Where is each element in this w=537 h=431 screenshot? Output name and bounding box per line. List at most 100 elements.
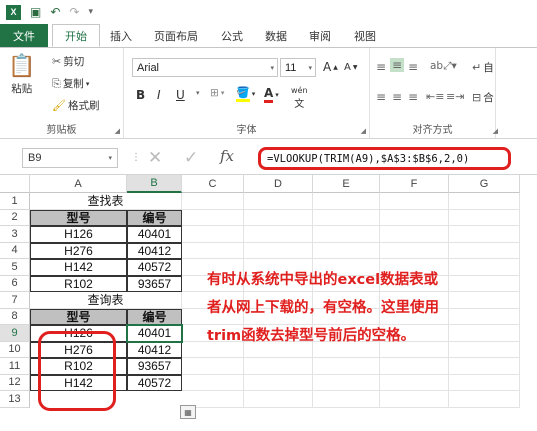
select-all-corner[interactable] [0, 175, 30, 193]
empty-cell[interactable] [380, 358, 449, 375]
empty-cell[interactable] [182, 193, 244, 210]
tab-page-layout[interactable]: 页面布局 [142, 24, 210, 47]
empty-cell[interactable] [313, 209, 380, 226]
format-painter-button[interactable]: 🖌 格式刷 [52, 98, 99, 113]
formula-input[interactable]: =VLOOKUP(TRIM(A9),$A$3:$B$6,2,0) [258, 147, 511, 170]
align-center-button[interactable]: ≡ [392, 90, 402, 104]
alignment-launcher-icon[interactable]: ◢ [493, 127, 498, 135]
empty-cell[interactable] [313, 358, 380, 375]
lookup-header-code[interactable]: 编号 [127, 209, 182, 226]
empty-cell[interactable] [449, 391, 520, 408]
empty-cell[interactable] [449, 209, 520, 226]
undo-icon[interactable]: ↶ [50, 5, 60, 19]
empty-cell[interactable] [182, 242, 244, 259]
empty-cell[interactable] [313, 193, 380, 210]
empty-cell[interactable] [313, 226, 380, 243]
border-button[interactable]: ⊞ ▾ [210, 87, 224, 99]
row-header-5[interactable]: 5 [0, 259, 30, 276]
empty-cell[interactable] [244, 358, 313, 375]
tab-data[interactable]: 数据 [254, 24, 298, 47]
empty-cell[interactable] [313, 242, 380, 259]
empty-cell[interactable] [244, 209, 313, 226]
tab-view[interactable]: 视图 [342, 24, 388, 47]
paste-options-icon[interactable]: ▦ [180, 405, 196, 419]
underline-dropdown-icon[interactable]: ▾ [196, 89, 200, 97]
column-header-d[interactable]: D [244, 175, 313, 193]
column-header-a[interactable]: A [30, 175, 127, 193]
shrink-font-button[interactable]: A ▼ [344, 62, 357, 73]
row-header-12[interactable]: 12 [0, 374, 30, 391]
empty-cell[interactable] [182, 209, 244, 226]
cancel-icon[interactable]: ✕ [148, 148, 162, 168]
decrease-indent-button[interactable]: ⇤≡ [426, 90, 444, 103]
lookup-table-title[interactable]: 查找表 [30, 193, 182, 210]
row-header-7[interactable]: 7 [0, 292, 30, 309]
row-header-13[interactable]: 13 [0, 391, 30, 408]
empty-cell[interactable] [449, 226, 520, 243]
empty-cell[interactable] [244, 193, 313, 210]
insert-function-icon[interactable]: fx [220, 147, 234, 165]
empty-cell[interactable] [182, 226, 244, 243]
table-cell[interactable]: H142 [30, 374, 127, 391]
table-cell[interactable]: H276 [30, 242, 127, 259]
bold-button[interactable]: B [136, 88, 145, 102]
paste-button[interactable]: 📋 粘贴 [8, 54, 35, 96]
row-header-11[interactable]: 11 [0, 358, 30, 375]
table-cell[interactable]: 40412 [127, 341, 182, 358]
phonetic-button[interactable]: wén 文 [291, 86, 308, 110]
query-header-model[interactable]: 型号 [30, 308, 127, 325]
align-left-button[interactable]: ≡ [376, 90, 386, 104]
customize-qat-icon[interactable]: ▾ [88, 7, 93, 17]
column-header-b[interactable]: B [127, 175, 182, 193]
empty-cell[interactable] [380, 242, 449, 259]
name-box[interactable]: B9 ▾ [22, 148, 118, 168]
query-header-code[interactable]: 编号 [127, 308, 182, 325]
align-right-button[interactable]: ≡ [408, 90, 418, 104]
font-size-select[interactable]: 11 ▾ [280, 58, 316, 77]
font-color-button[interactable]: A ▾ [264, 86, 279, 103]
empty-cell[interactable] [244, 242, 313, 259]
table-cell[interactable]: 93657 [127, 275, 182, 292]
empty-cell[interactable] [380, 193, 449, 210]
column-header-f[interactable]: F [380, 175, 449, 193]
row-header-2[interactable]: 2 [0, 209, 30, 226]
empty-cell[interactable] [380, 374, 449, 391]
orientation-button[interactable]: ab⤢▾ [430, 60, 457, 73]
lookup-header-model[interactable]: 型号 [30, 209, 127, 226]
increase-indent-button[interactable]: ≡⇥ [446, 90, 464, 103]
align-bottom-button[interactable]: ≡ [408, 60, 418, 74]
fill-color-button[interactable]: 🪣 ▾ [236, 86, 255, 102]
row-header-6[interactable]: 6 [0, 275, 30, 292]
italic-button[interactable]: I [157, 88, 161, 102]
column-header-c[interactable]: C [182, 175, 244, 193]
tab-insert[interactable]: 插入 [100, 24, 142, 47]
empty-cell[interactable] [182, 374, 244, 391]
tab-review[interactable]: 审阅 [298, 24, 342, 47]
table-cell[interactable]: 40401 [127, 226, 182, 243]
table-cell[interactable]: 40572 [127, 374, 182, 391]
empty-cell[interactable] [244, 374, 313, 391]
empty-cell[interactable] [244, 391, 313, 408]
redo-icon[interactable]: ↷ [69, 5, 79, 19]
empty-cell[interactable] [380, 391, 449, 408]
row-header-3[interactable]: 3 [0, 226, 30, 243]
wrap-text-button[interactable]: ↵ 自 [472, 60, 494, 75]
table-cell[interactable]: 40572 [127, 259, 182, 276]
empty-cell[interactable] [449, 193, 520, 210]
table-cell[interactable]: 40401 [127, 325, 182, 342]
grow-font-button[interactable]: A ▲ [323, 60, 338, 74]
column-header-e[interactable]: E [313, 175, 380, 193]
empty-cell[interactable] [380, 226, 449, 243]
row-header-9[interactable]: 9 [0, 325, 30, 342]
empty-cell[interactable] [182, 358, 244, 375]
row-header-8[interactable]: 8 [0, 308, 30, 325]
table-cell[interactable]: H126 [30, 226, 127, 243]
query-table-title[interactable]: 查询表 [30, 292, 182, 309]
table-cell[interactable]: 40412 [127, 242, 182, 259]
table-cell[interactable]: H142 [30, 259, 127, 276]
cut-button[interactable]: ✂ 剪切 [52, 54, 84, 69]
row-header-10[interactable]: 10 [0, 341, 30, 358]
save-icon[interactable]: ▣ [30, 5, 41, 19]
empty-cell[interactable] [244, 226, 313, 243]
empty-cell[interactable] [313, 391, 380, 408]
